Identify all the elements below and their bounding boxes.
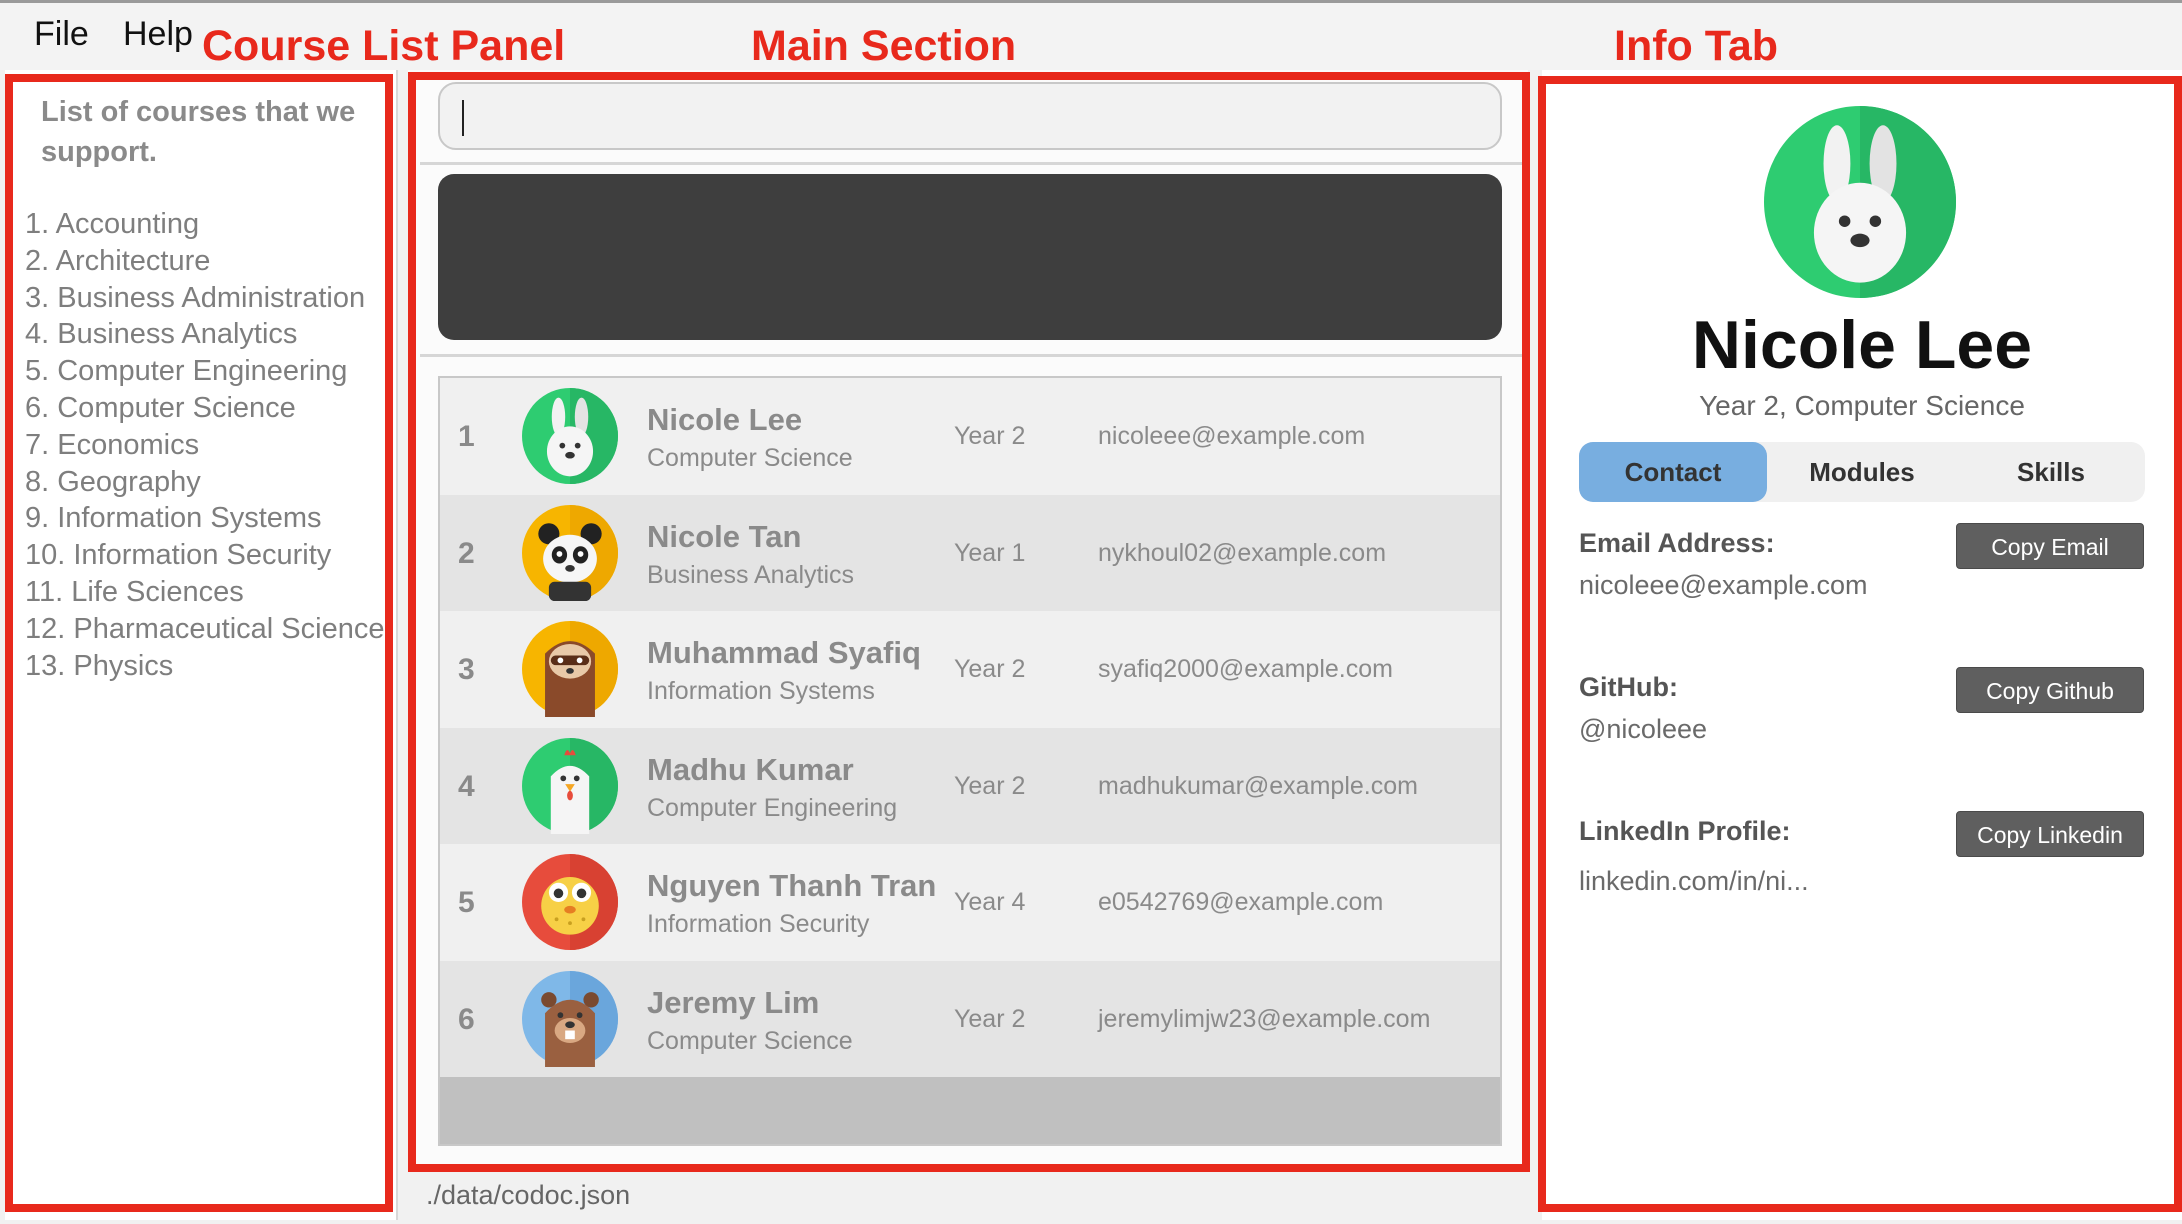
- tab-skills[interactable]: Skills: [1957, 442, 2145, 502]
- student-course: Computer Science: [647, 1026, 853, 1055]
- course-item: 13. Physics: [25, 649, 174, 682]
- chicken-icon: [522, 737, 618, 834]
- student-name: Nguyen Thanh Tran: [647, 868, 937, 903]
- student-course: Computer Engineering: [647, 793, 898, 822]
- text-caret: [462, 100, 464, 136]
- course-list-title: List of courses that we support.: [41, 96, 356, 168]
- student-name: Nicole Tan: [647, 518, 802, 554]
- sloth-icon: [522, 621, 618, 717]
- student-email: jeremylimjw23@example.com: [1098, 1004, 1431, 1033]
- student-email: madhukumar@example.com: [1098, 771, 1418, 800]
- profile-name: Nicole Lee: [1691, 307, 2033, 383]
- course-item: 5. Computer Engineering: [25, 355, 348, 388]
- email-value: nicoleee@example.com: [1579, 570, 1868, 600]
- student-email: syafiq2000@example.com: [1098, 655, 1393, 683]
- beaver-icon: [522, 970, 618, 1067]
- student-card[interactable]: 1 Nicole Lee Computer Science Year 2 nic…: [440, 378, 1500, 495]
- email-label: Email Address:: [1579, 528, 1775, 558]
- course-item: 10. Information Security: [25, 539, 332, 572]
- student-index: 1: [458, 420, 475, 453]
- divider: [420, 162, 1528, 165]
- info-tab: Nicole Lee Year 2, Computer Science Cont…: [1542, 70, 2182, 1220]
- student-year: Year 2: [954, 422, 1026, 450]
- github-label: GitHub:: [1579, 672, 1678, 702]
- course-item: 3. Business Administration: [25, 281, 366, 314]
- student-email: nicoleee@example.com: [1098, 422, 1366, 450]
- student-year: Year 2: [954, 1004, 1026, 1033]
- course-item: 11. Life Sciences: [25, 575, 244, 608]
- callout-main-section: Main Section: [751, 22, 1017, 70]
- course-item: 6. Computer Science: [25, 391, 296, 424]
- callout-course-list-panel: Course List Panel: [202, 22, 566, 70]
- course-list-panel: List of courses that we support. 1. Acco…: [5, 70, 398, 1220]
- student-card[interactable]: 6 Jeremy Lim Computer Science Year 2 jer…: [440, 960, 1500, 1077]
- student-course: Computer Science: [647, 444, 853, 472]
- student-index: 2: [458, 536, 475, 570]
- student-card[interactable]: 2 Nicole Tan Business Analytics Year 1 n…: [440, 494, 1500, 611]
- student-index: 3: [458, 653, 475, 686]
- main-section: 1 Nicole Lee Computer Science Year 2 nic…: [408, 70, 1528, 1170]
- student-card[interactable]: 3 Muhammad Syafiq Information Systems Ye…: [440, 611, 1500, 728]
- tab-contact[interactable]: Contact: [1579, 442, 1767, 502]
- student-card[interactable]: 5 Nguyen Thanh Tran Information Security…: [440, 844, 1500, 961]
- course-item: 1. Accounting: [25, 208, 200, 240]
- student-email: e0542769@example.com: [1098, 888, 1384, 916]
- github-value: @nicoleee: [1579, 714, 1707, 744]
- info-tabs: Contact Modules Skills: [1579, 442, 2145, 502]
- course-item: 9. Information Systems: [25, 502, 322, 535]
- student-list[interactable]: 1 Nicole Lee Computer Science Year 2 nic…: [438, 376, 1502, 1146]
- pufferfish-icon: [522, 854, 618, 950]
- panda-icon: [522, 504, 618, 601]
- copy-github-button[interactable]: Copy Github: [1956, 667, 2144, 713]
- result-display: [438, 174, 1502, 340]
- student-index: 4: [458, 769, 475, 803]
- course-item: 12. Pharmaceutical Science: [25, 612, 385, 645]
- linkedin-value: linkedin.com/in/ni...: [1579, 866, 1809, 896]
- tab-modules[interactable]: Modules: [1767, 442, 1957, 502]
- menu-help[interactable]: Help: [123, 15, 193, 54]
- bunny-icon: [1764, 106, 1956, 298]
- student-year: Year 2: [954, 655, 1026, 683]
- student-name: Madhu Kumar: [647, 751, 854, 787]
- menu-file[interactable]: File: [34, 15, 89, 54]
- divider: [420, 354, 1528, 357]
- course-item: 2. Architecture: [25, 244, 211, 277]
- student-year: Year 1: [954, 538, 1026, 567]
- linkedin-label: LinkedIn Profile:: [1579, 816, 1791, 846]
- command-input[interactable]: [438, 82, 1502, 150]
- student-card[interactable]: 4 Madhu Kumar Computer Engineering Year …: [440, 727, 1500, 844]
- course-list: 1. Accounting 2. Architecture 3. Busines…: [25, 206, 384, 684]
- student-year: Year 4: [954, 888, 1026, 916]
- bunny-icon: [522, 388, 618, 484]
- course-item: 7. Economics: [25, 428, 200, 461]
- student-course: Business Analytics: [647, 560, 855, 589]
- student-name: Jeremy Lim: [647, 984, 820, 1020]
- student-name: Muhammad Syafiq: [647, 635, 921, 670]
- course-item: 8. Geography: [25, 465, 201, 498]
- student-email: nykhoul02@example.com: [1098, 538, 1387, 567]
- course-item: 4. Business Analytics: [25, 318, 298, 351]
- copy-linkedin-button[interactable]: Copy Linkedin: [1956, 811, 2144, 857]
- data-file-path: ./data/codoc.json: [426, 1180, 631, 1210]
- student-index: 5: [458, 886, 475, 919]
- student-course: Information Security: [647, 910, 870, 938]
- profile-subtitle: Year 2, Computer Science: [1699, 390, 2025, 421]
- student-year: Year 2: [954, 771, 1026, 800]
- student-index: 6: [458, 1002, 475, 1036]
- student-course: Information Systems: [647, 677, 875, 705]
- callout-info-tab: Info Tab: [1614, 22, 1779, 70]
- copy-email-button[interactable]: Copy Email: [1956, 523, 2144, 569]
- student-name: Nicole Lee: [647, 402, 803, 437]
